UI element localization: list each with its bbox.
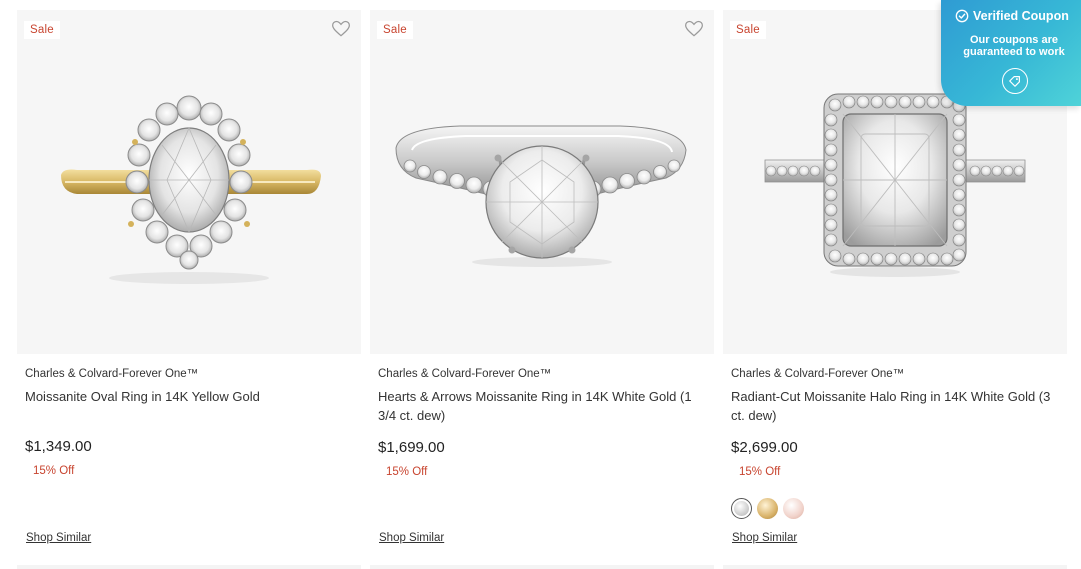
sale-badge: Sale — [377, 21, 413, 39]
discount-label: 15% Off — [739, 466, 781, 478]
tag-icon[interactable] — [1002, 68, 1028, 94]
coupon-header: Verified Coupon — [955, 9, 1069, 23]
next-row-edge — [370, 565, 714, 569]
product-image[interactable]: Sale — [370, 10, 714, 354]
ring-image — [395, 125, 687, 267]
sale-badge: Sale — [730, 21, 766, 39]
shop-similar-link[interactable]: Shop Similar — [26, 532, 91, 544]
product-grid: Sale Charles & Colvard-Forever One™ Mois… — [17, 10, 1067, 569]
swatch-white-gold[interactable] — [731, 498, 752, 519]
product-price: $2,699.00 — [731, 439, 798, 456]
product-title[interactable]: Hearts & Arrows Moissanite Ring in 14K W… — [378, 387, 703, 425]
coupon-subtitle: Our coupons are guaranteed to work — [941, 34, 1081, 58]
shop-similar-link[interactable]: Shop Similar — [379, 532, 444, 544]
product-card[interactable]: Sale Charles & Colvard-Forever One™ Mois… — [17, 10, 361, 569]
coupon-title: Verified Coupon — [973, 9, 1069, 23]
heart-icon[interactable] — [684, 19, 704, 39]
ring-image — [61, 95, 321, 284]
product-title[interactable]: Radiant-Cut Moissanite Halo Ring in 14K … — [731, 387, 1056, 425]
coupon-line-2: guaranteed to work — [963, 46, 1065, 58]
verified-coupon-panel[interactable]: Verified Coupon Our coupons are guarante… — [941, 0, 1081, 106]
product-image[interactable]: Sale — [17, 10, 361, 354]
coupon-line-1: Our coupons are — [969, 34, 1059, 46]
product-brand: Charles & Colvard-Forever One™ — [378, 368, 552, 380]
discount-label: 15% Off — [386, 466, 428, 478]
heart-icon[interactable] — [331, 19, 351, 39]
sale-badge: Sale — [24, 21, 60, 39]
product-brand: Charles & Colvard-Forever One™ — [731, 368, 905, 380]
discount-label: 15% Off — [33, 465, 75, 477]
next-row-edge — [723, 565, 1067, 569]
product-price: $1,699.00 — [378, 439, 445, 456]
swatch-rose-gold[interactable] — [783, 498, 804, 519]
check-circle-icon — [955, 9, 969, 23]
product-card[interactable]: Sale Charles & Colvard-Forever One™ Hear… — [370, 10, 714, 569]
product-title[interactable]: Moissanite Oval Ring in 14K Yellow Gold — [25, 387, 350, 406]
swatch-yellow-gold[interactable] — [757, 498, 778, 519]
product-price: $1,349.00 — [25, 438, 92, 455]
product-brand: Charles & Colvard-Forever One™ — [25, 368, 199, 380]
shop-similar-link[interactable]: Shop Similar — [732, 532, 797, 544]
next-row-edge — [17, 565, 361, 569]
